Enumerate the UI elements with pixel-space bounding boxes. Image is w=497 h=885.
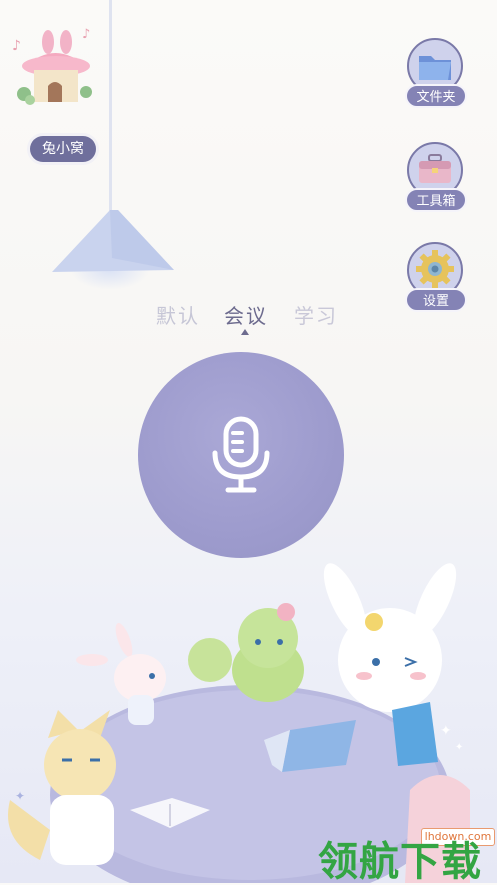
settings-button[interactable]: 设置 <box>405 242 467 316</box>
toolbox-button[interactable]: 工具箱 <box>405 142 467 216</box>
mode-tabs: 默认 会议 学习 <box>140 300 360 340</box>
lamp-cord <box>109 0 112 212</box>
tab-default[interactable]: 默认 <box>156 300 200 329</box>
record-button[interactable] <box>138 352 344 558</box>
tab-study[interactable]: 学习 <box>294 300 338 329</box>
tab-meeting[interactable]: 会议 <box>224 300 268 329</box>
settings-label: 设置 <box>405 288 467 312</box>
svg-text:✦: ✦ <box>15 789 25 803</box>
bunny-house-icon: ♪ ♪ <box>12 28 92 105</box>
svg-text:♪: ♪ <box>12 38 21 54</box>
watermark-title: 领航下载 <box>318 839 482 885</box>
lamp-shade-illustration <box>52 210 174 272</box>
microphone-icon <box>212 416 270 493</box>
svg-text:♪: ♪ <box>82 28 90 42</box>
pink-bunny-illustration <box>76 622 166 725</box>
home-label: 兔小窝 <box>30 136 96 162</box>
svg-text:✦: ✦ <box>455 742 463 753</box>
svg-text:✦: ✦ <box>440 723 452 739</box>
toolbox-label: 工具箱 <box>405 188 467 212</box>
fox-illustration <box>8 710 116 865</box>
home-button[interactable]: ♪ ♪ 兔小窝 <box>10 28 100 162</box>
squirrel-illustration <box>188 603 304 702</box>
folder-button[interactable]: 文件夹 <box>405 38 467 112</box>
folder-label: 文件夹 <box>405 84 467 108</box>
selected-tab-indicator <box>241 329 249 335</box>
